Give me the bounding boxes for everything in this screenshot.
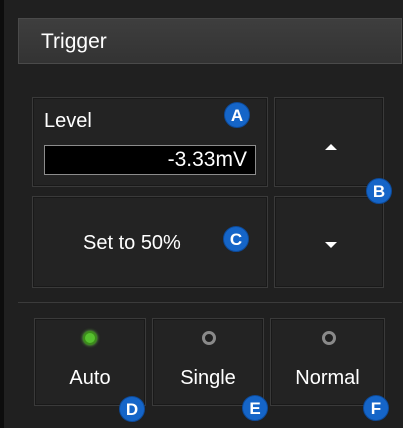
callout-f-badge: F: [363, 395, 389, 421]
callout-b-badge: B: [366, 178, 392, 204]
arrow-up-icon: [325, 144, 337, 150]
callout-a-badge: A: [224, 102, 250, 128]
mode-single-button[interactable]: Single: [152, 318, 264, 406]
callout-c-badge: C: [223, 226, 249, 252]
level-value-field[interactable]: -3.33mV: [44, 145, 256, 175]
separator: [18, 302, 402, 303]
level-label: Level: [44, 110, 92, 132]
trigger-panel: Trigger Level -3.33mV Set to 50% Auto Si…: [0, 0, 403, 428]
callout-d-badge: D: [119, 396, 145, 422]
mode-normal-label: Normal: [295, 367, 360, 389]
mode-auto-label: Auto: [69, 367, 111, 389]
mode-single-label: Single: [180, 367, 236, 389]
callout-e-badge: E: [242, 395, 268, 421]
arrow-down-icon: [325, 242, 337, 248]
radio-off-icon: [322, 331, 336, 345]
panel-header: Trigger: [18, 18, 402, 64]
level-up-button[interactable]: [274, 97, 384, 187]
radio-on-icon: [83, 331, 97, 345]
mode-normal-button[interactable]: Normal: [270, 318, 385, 406]
level-down-button[interactable]: [274, 196, 384, 288]
radio-off-icon: [202, 331, 216, 345]
panel-title: Trigger: [41, 30, 107, 53]
mode-auto-button[interactable]: Auto: [34, 318, 146, 406]
set-to-50-label: Set to 50%: [83, 232, 181, 254]
